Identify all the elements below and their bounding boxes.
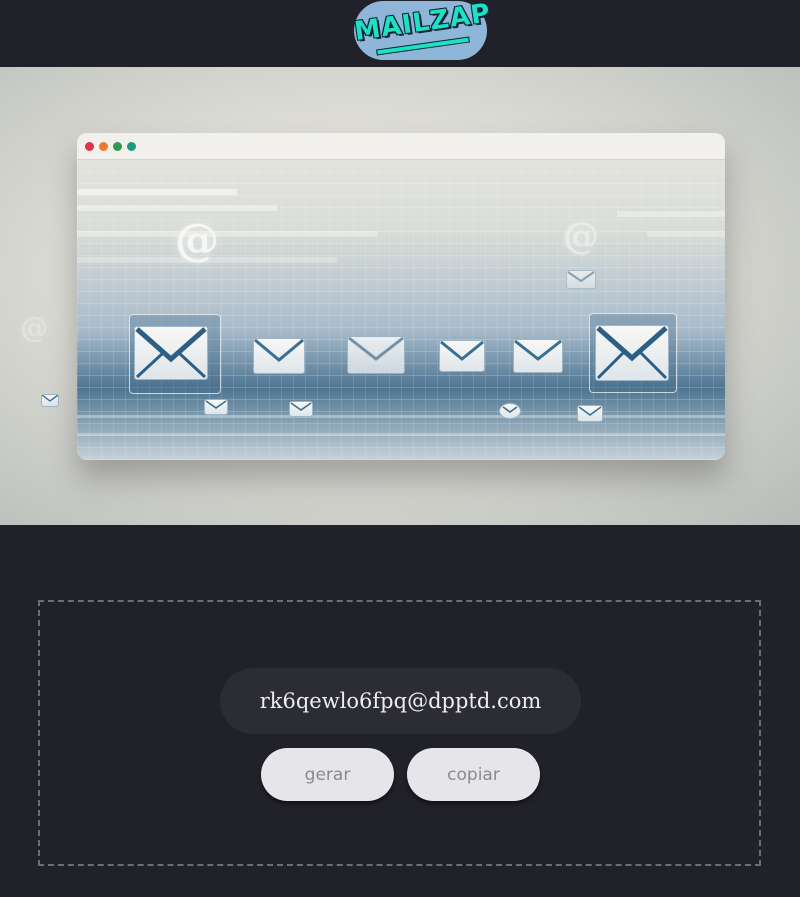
generated-email-field[interactable]: rk6qewlo6fpq@dpptd.com <box>220 668 581 734</box>
envelope-icon <box>566 270 596 289</box>
hero-illustration: @ @ @ <box>0 67 800 525</box>
decor-stripe <box>77 433 725 436</box>
browser-titlebar <box>77 133 725 160</box>
extra-dot-icon <box>127 142 136 151</box>
maximize-dot-icon <box>113 142 122 151</box>
decor-stripe <box>77 205 277 211</box>
envelope-icon <box>577 405 603 422</box>
minimize-dot-icon <box>99 142 108 151</box>
at-icon: @ <box>20 311 48 344</box>
close-dot-icon <box>85 142 94 151</box>
decor-stripe <box>77 415 725 418</box>
decor-stripe <box>77 231 377 237</box>
envelope-icon <box>253 338 305 374</box>
browser-window-illustration: @ @ <box>77 133 725 460</box>
at-icon: @ <box>175 215 219 266</box>
envelope-icon <box>595 325 669 381</box>
envelope-icon <box>134 326 208 380</box>
at-icon: @ <box>563 215 599 257</box>
envelope-icon <box>347 336 405 374</box>
envelope-icon <box>439 340 485 372</box>
envelope-icon <box>513 339 563 373</box>
envelope-icon <box>41 394 59 407</box>
envelope-icon <box>289 401 313 417</box>
decor-stripe <box>617 211 725 217</box>
header: MAILZAP <box>0 0 800 67</box>
envelope-icon <box>499 403 521 419</box>
mailzap-logo[interactable]: MAILZAP <box>353 0 493 60</box>
generate-button[interactable]: gerar <box>261 748 394 801</box>
envelope-icon <box>204 399 228 415</box>
copy-button[interactable]: copiar <box>407 748 540 801</box>
decor-stripe <box>647 231 725 237</box>
decor-stripe <box>77 189 237 195</box>
